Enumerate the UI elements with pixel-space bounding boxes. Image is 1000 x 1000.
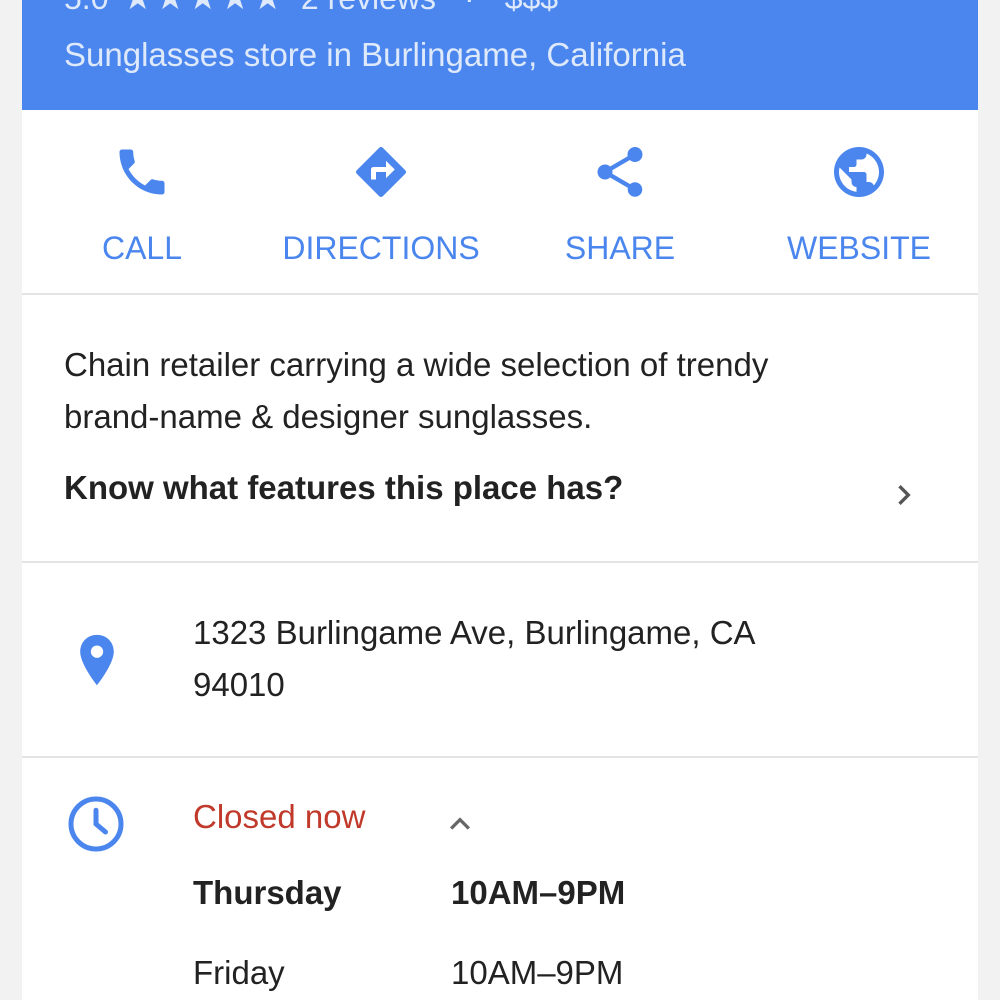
address-line-2: 94010 [193, 666, 285, 703]
location-pin-icon [80, 634, 114, 686]
phone-icon [119, 149, 165, 195]
hours-time: 10AM–9PM [451, 874, 626, 911]
place-header: 5.0 ★★★★★ 2 reviews · $$$ Sunglasses sto… [22, 0, 978, 110]
separator-dot: · [464, 0, 475, 17]
chevron-right-icon[interactable] [884, 475, 924, 515]
place-description: Chain retailer carrying a wide selection… [64, 346, 769, 435]
directions-icon [356, 146, 407, 197]
address-text: 1323 Burlingame Ave, Burlingame, CA 9401… [193, 607, 913, 711]
address-line-1: 1323 Burlingame Ave, Burlingame, CA [193, 614, 756, 651]
hours-time: 10AM–9PM [451, 954, 624, 991]
directions-button[interactable]: DIRECTIONS [261, 110, 501, 293]
share-button[interactable]: SHARE [500, 110, 740, 293]
website-label: WEBSITE [786, 230, 931, 266]
action-bar: CALL DIRECTIONS SHARE WEBSITE [22, 110, 978, 295]
clock-icon [68, 796, 124, 852]
description-section: Chain retailer carrying a wide selection… [22, 295, 978, 563]
directions-label: DIRECTIONS [282, 230, 480, 266]
share-icon [597, 147, 643, 197]
reviews-link[interactable]: 2 reviews [301, 0, 436, 17]
hours-section: Closed now Thursday 10AM–9PM Friday 10AM… [22, 758, 978, 1000]
star-rating-icon: ★★★★★ [122, 0, 284, 18]
globe-icon [834, 147, 884, 197]
features-prompt-link[interactable]: Know what features this place has? [64, 469, 623, 507]
rating-value: 5.0 [64, 0, 108, 17]
share-label: SHARE [564, 230, 676, 266]
hours-day: Friday [193, 954, 285, 991]
place-category: Sunglasses store in Burlingame, Californ… [64, 36, 686, 73]
open-status[interactable]: Closed now [193, 798, 365, 836]
call-label: CALL [101, 230, 183, 266]
website-button[interactable]: WEBSITE [739, 110, 978, 293]
chevron-up-icon[interactable] [440, 804, 480, 844]
rating-row: 5.0 ★★★★★ 2 reviews · $$$ [64, 0, 558, 18]
address-section[interactable]: 1323 Burlingame Ave, Burlingame, CA 9401… [22, 563, 978, 758]
call-button[interactable]: CALL [22, 110, 262, 293]
price-level: $$$ [505, 0, 558, 17]
hours-day: Thursday [193, 874, 342, 911]
place-card: 5.0 ★★★★★ 2 reviews · $$$ Sunglasses sto… [22, 0, 978, 1000]
